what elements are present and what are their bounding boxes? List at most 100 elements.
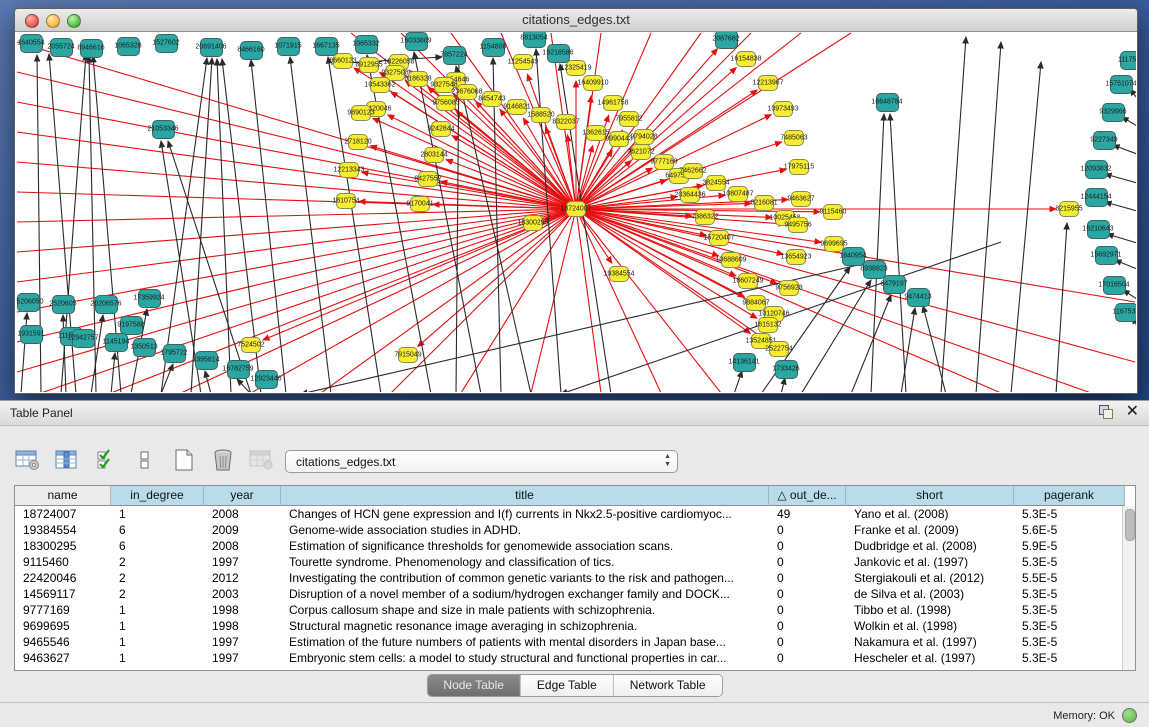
graph-node[interactable]: 1588520 — [531, 107, 551, 123]
graph-node[interactable]: 13654923 — [786, 249, 806, 265]
graph-node[interactable]: 12325419 — [566, 60, 586, 76]
graph-node[interactable]: 17016504 — [1103, 276, 1126, 295]
graph-node[interactable]: 7462662 — [683, 163, 703, 179]
graph-node[interactable]: 9884067 — [746, 295, 766, 311]
float-panel-icon[interactable] — [1098, 404, 1114, 420]
table-row[interactable]: 1830029562008Estimation of significance … — [15, 538, 1135, 554]
column-header-year[interactable]: year — [204, 486, 281, 506]
graph-node[interactable]: 7386322 — [695, 209, 715, 225]
graph-node[interactable]: 7857224 — [443, 46, 466, 65]
graph-node[interactable]: 17359924 — [138, 289, 161, 308]
graph-node[interactable]: 2055724 — [50, 38, 73, 57]
graph-node[interactable]: 9197588 — [120, 316, 143, 335]
graph-node[interactable]: 6216081 — [754, 195, 774, 211]
graph-node[interactable]: 2718120 — [348, 134, 368, 150]
graph-node[interactable]: 9242844 — [431, 121, 451, 137]
close-panel-icon[interactable]: ✕ — [1126, 404, 1139, 420]
network-canvas[interactable]: 1872400786601238912955182260589327508818… — [16, 32, 1136, 392]
graph-node[interactable]: 8938923 — [863, 260, 886, 279]
graph-node[interactable]: 8186328 — [408, 71, 428, 87]
graph-node[interactable]: 1065332 — [355, 35, 378, 54]
graph-node[interactable]: 9990443 — [609, 131, 629, 147]
graph-node[interactable]: 16033809 — [405, 32, 428, 51]
graph-node[interactable]: 19384554 — [609, 266, 629, 282]
graph-node[interactable]: 7955812 — [619, 111, 639, 127]
column-header-in_degree[interactable]: in_degree — [111, 486, 204, 506]
graph-node[interactable]: 21053346 — [152, 120, 175, 139]
graph-node[interactable]: 11254549 — [513, 54, 533, 70]
row-height-icon[interactable] — [131, 446, 159, 474]
graph-node[interactable]: 9170041 — [410, 196, 430, 212]
graph-node[interactable]: 20206576 — [95, 295, 118, 314]
graph-node[interactable]: 7524502 — [241, 337, 261, 353]
graph-node[interactable]: 20364436 — [680, 187, 700, 203]
tab-network-table[interactable]: Network Table — [614, 675, 722, 696]
column-header-title[interactable]: title — [281, 486, 769, 506]
graph-node[interactable]: 1810754 — [336, 193, 356, 209]
graph-node[interactable]: 12923446 — [255, 370, 278, 389]
tab-node-table[interactable]: Node Table — [427, 675, 521, 696]
graph-node[interactable]: 25206050 — [17, 293, 40, 312]
graph-node[interactable]: 9699695 — [824, 236, 844, 252]
graph-node[interactable]: 14961758 — [603, 95, 623, 111]
graph-node[interactable]: 19218586 — [547, 44, 570, 63]
table-row[interactable]: 969969511998Structural magnetic resonanc… — [15, 618, 1135, 634]
graph-node[interactable]: 1071915 — [277, 37, 300, 56]
table-row[interactable]: 2242004622012Investigating the contribut… — [15, 570, 1135, 586]
graph-node[interactable]: 14136141 — [733, 353, 756, 372]
graph-node[interactable]: 12213343 — [339, 162, 359, 178]
graph-node[interactable]: 12213967 — [758, 75, 778, 91]
graph-node[interactable]: 16782759 — [227, 360, 250, 379]
graph-node[interactable]: 1362615 — [586, 125, 606, 141]
graph-node[interactable]: 15692971 — [1095, 246, 1118, 265]
graph-node[interactable]: 8427552 — [418, 171, 438, 187]
delete-trash-icon[interactable] — [209, 446, 237, 474]
graph-node[interactable]: 9890123 — [351, 105, 371, 121]
table-select-dropdown[interactable]: citations_edges.txt ▲▼ — [285, 450, 678, 473]
graph-node[interactable]: 20691406 — [200, 38, 223, 57]
graph-node[interactable]: 2087682 — [715, 32, 738, 49]
graph-node[interactable]: 12093832 — [1085, 160, 1108, 179]
graph-node[interactable]: 16648784 — [876, 93, 899, 112]
graph-node[interactable]: 16409910 — [583, 75, 603, 91]
graph-node[interactable]: 1795722 — [163, 344, 186, 363]
graph-node[interactable]: 9495756 — [788, 217, 808, 233]
graph-node[interactable]: 23676068 — [457, 84, 477, 100]
table-row[interactable]: 977716911998Corpus callosum shape and si… — [15, 602, 1135, 618]
tab-edge-table[interactable]: Edge Table — [521, 675, 614, 696]
graph-node[interactable]: 9794028 — [634, 129, 654, 145]
graph-node[interactable]: 15720407 — [709, 230, 729, 246]
table-row[interactable]: 911546021997Tourette syndrome. Phenomeno… — [15, 554, 1135, 570]
graph-node-hub[interactable]: 18724007 — [566, 201, 586, 217]
graph-node[interactable]: 12942757 — [72, 329, 95, 348]
graph-node[interactable]: 10807487 — [728, 186, 748, 202]
scrollbar-thumb[interactable] — [1125, 509, 1135, 541]
vertical-scrollbar[interactable] — [1122, 506, 1135, 670]
graph-node[interactable]: 10688609 — [721, 252, 741, 268]
graph-node[interactable]: 10543362 — [370, 77, 390, 93]
graph-node[interactable]: 9115460 — [823, 204, 843, 220]
table-row[interactable]: 946362711997Embryonic stem cells: a mode… — [15, 650, 1135, 666]
graph-node[interactable]: 16210643 — [1087, 220, 1110, 239]
table-settings-icon[interactable] — [14, 446, 42, 474]
graph-node[interactable]: 1840954 — [842, 247, 865, 266]
graph-node[interactable]: 1615132 — [758, 317, 778, 333]
graph-node[interactable]: 7915049 — [398, 347, 418, 363]
table-row[interactable]: 1872400712008Changes of HCN gene express… — [15, 506, 1135, 522]
graph-node[interactable]: 8215955 — [1059, 201, 1079, 217]
table-row[interactable]: 1938455462009Genome-wide association stu… — [15, 522, 1135, 538]
graph-node[interactable]: 1667135 — [315, 37, 338, 56]
graph-node[interactable]: 8660123 — [333, 53, 353, 69]
graph-node[interactable]: 8912955 — [359, 57, 379, 73]
graph-node[interactable]: 1167533 — [1115, 303, 1137, 322]
graph-node[interactable]: 8466160 — [240, 41, 263, 60]
graph-node[interactable]: 1065328 — [117, 37, 140, 56]
table-row[interactable]: 1456911722003Disruption of a novel membe… — [15, 586, 1135, 602]
graph-node[interactable]: 7485063 — [784, 130, 804, 146]
graph-node[interactable]: 15751074 — [1110, 75, 1133, 94]
graph-node[interactable]: 9621072 — [631, 144, 651, 160]
graph-node[interactable]: 8946616 — [80, 39, 103, 58]
new-document-icon[interactable] — [170, 446, 198, 474]
graph-node[interactable]: 18300295 — [523, 215, 543, 231]
graph-node[interactable]: 9463627 — [791, 191, 811, 207]
